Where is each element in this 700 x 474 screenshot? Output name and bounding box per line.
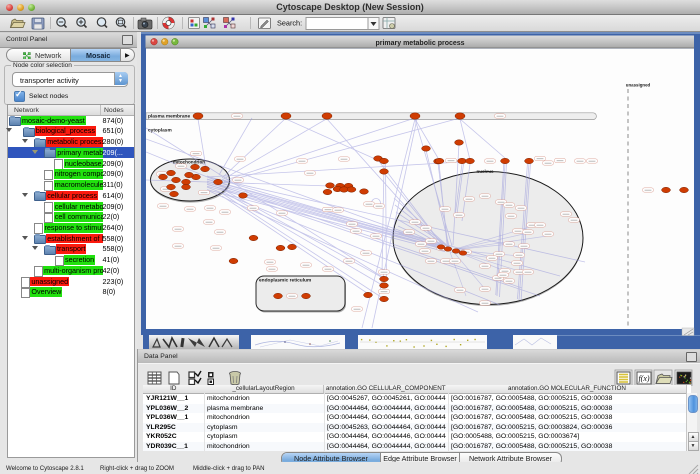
- svg-text:plasma membrane: plasma membrane: [148, 113, 190, 119]
- svg-text:f(x): f(x): [638, 374, 649, 383]
- svg-text:primary metabolic process: primary metabolic process: [375, 40, 464, 47]
- svg-text:nucleus: nucleus: [476, 169, 494, 174]
- svg-text:unassigned: unassigned: [626, 83, 651, 88]
- svg-text:cytoplasm: cytoplasm: [148, 128, 172, 134]
- svg-text:mitochondrion: mitochondrion: [173, 159, 205, 164]
- svg-text:endoplasmic reticulum: endoplasmic reticulum: [259, 278, 311, 284]
- svg-text:Search:: Search:: [277, 19, 302, 28]
